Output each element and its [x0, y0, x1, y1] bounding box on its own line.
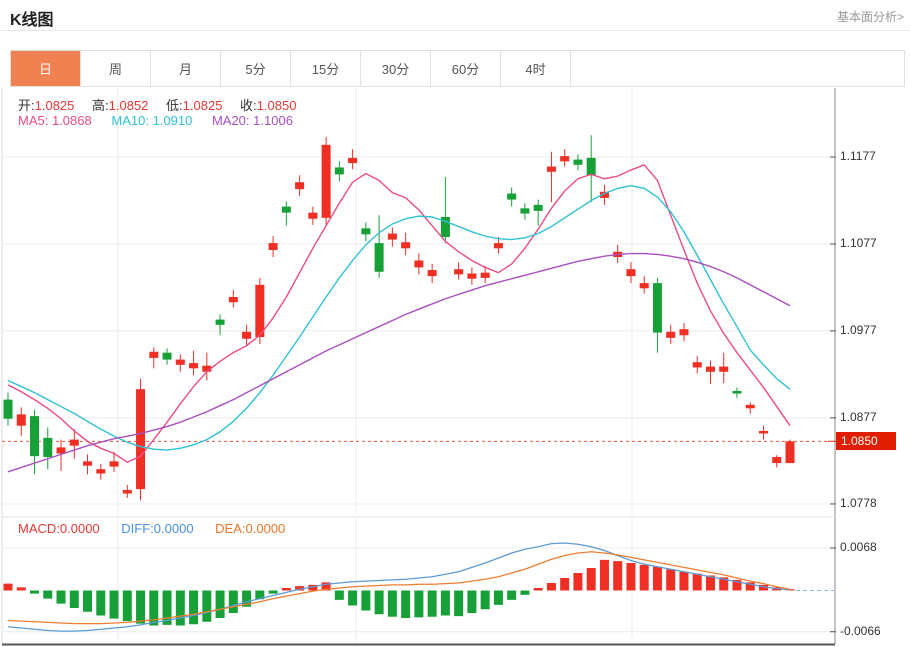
- open-value: 1.0825: [35, 98, 75, 113]
- macd-label: MACD:: [18, 521, 60, 536]
- low-label: 低:: [166, 98, 183, 113]
- open-label: 开:: [18, 98, 35, 113]
- macd-tick-max: 0.0068: [840, 540, 877, 554]
- price-tick-1: 1.1077: [840, 236, 877, 250]
- dea-value: 0.0000: [246, 521, 286, 536]
- macd-value: 0.0000: [60, 521, 100, 536]
- ma5-label: MA5:: [18, 113, 48, 128]
- ma20-label: MA20:: [212, 113, 250, 128]
- macd-tick-min: -0.0066: [840, 624, 881, 638]
- price-tick-4: 1.0778: [840, 496, 877, 510]
- ma-readout: MA5: 1.0868 MA10: 1.0910 MA20: 1.1006: [18, 113, 309, 128]
- close-label: 收:: [240, 98, 257, 113]
- ma20-value: 1.1006: [253, 113, 293, 128]
- kline-widget: { "header": { "title": "K线图", "link": "基…: [0, 0, 910, 647]
- price-tick-0: 1.1177: [840, 149, 876, 163]
- low-value: 1.0825: [183, 98, 223, 113]
- current-price-tag: 1.0850: [836, 432, 896, 450]
- ma10-label: MA10:: [111, 113, 149, 128]
- dea-label: DEA:: [215, 521, 245, 536]
- ohlc-readout: 开:1.0825 高:1.0852 低:1.0825 收:1.0850: [18, 95, 310, 114]
- ma5-value: 1.0868: [52, 113, 92, 128]
- macd-readout: MACD:0.0000 DIFF:0.0000 DEA:0.0000: [18, 521, 303, 536]
- high-value: 1.0852: [109, 98, 149, 113]
- diff-value: 0.0000: [154, 521, 194, 536]
- high-label: 高:: [92, 98, 109, 113]
- close-value: 1.0850: [257, 98, 297, 113]
- diff-label: DIFF:: [121, 521, 154, 536]
- price-tick-2: 1.0977: [840, 323, 877, 337]
- ma10-value: 1.0910: [153, 113, 193, 128]
- price-tick-3: 1.0877: [840, 410, 877, 424]
